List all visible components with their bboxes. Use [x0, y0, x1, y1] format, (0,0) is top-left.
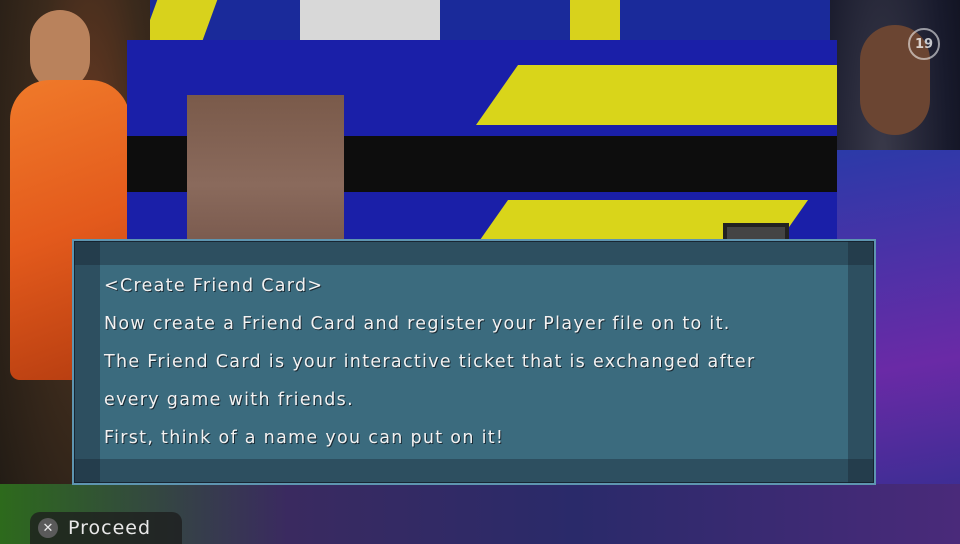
cross-button-icon: ✕ — [38, 518, 58, 538]
white-shape — [300, 0, 440, 40]
dialog-frame-left — [74, 241, 100, 483]
proceed-label: Proceed — [68, 517, 152, 539]
dialog-line: The Friend Card is your interactive tick… — [104, 352, 756, 372]
dialog-text: <Create Friend Card> Now create a Friend… — [104, 267, 844, 457]
friend-card-image — [127, 40, 837, 242]
dialog-line: Now create a Friend Card and register yo… — [104, 314, 731, 334]
yellow-shape — [570, 0, 620, 40]
message-dialog: <Create Friend Card> Now create a Friend… — [72, 239, 876, 485]
dialog-frame-right — [848, 241, 874, 483]
dialog-heading: <Create Friend Card> — [104, 276, 324, 296]
card-yellow-stripe — [475, 65, 837, 125]
dialog-line: First, think of a name you can put on it… — [104, 428, 505, 448]
player-head — [30, 10, 90, 90]
dialog-line: every game with friends. — [104, 390, 354, 410]
card-player-photo — [187, 95, 344, 242]
proceed-button[interactable]: ✕ Proceed — [30, 512, 182, 544]
version-badge: 19 — [908, 28, 940, 60]
background-top-art — [142, 0, 850, 40]
yellow-shape — [142, 0, 218, 40]
